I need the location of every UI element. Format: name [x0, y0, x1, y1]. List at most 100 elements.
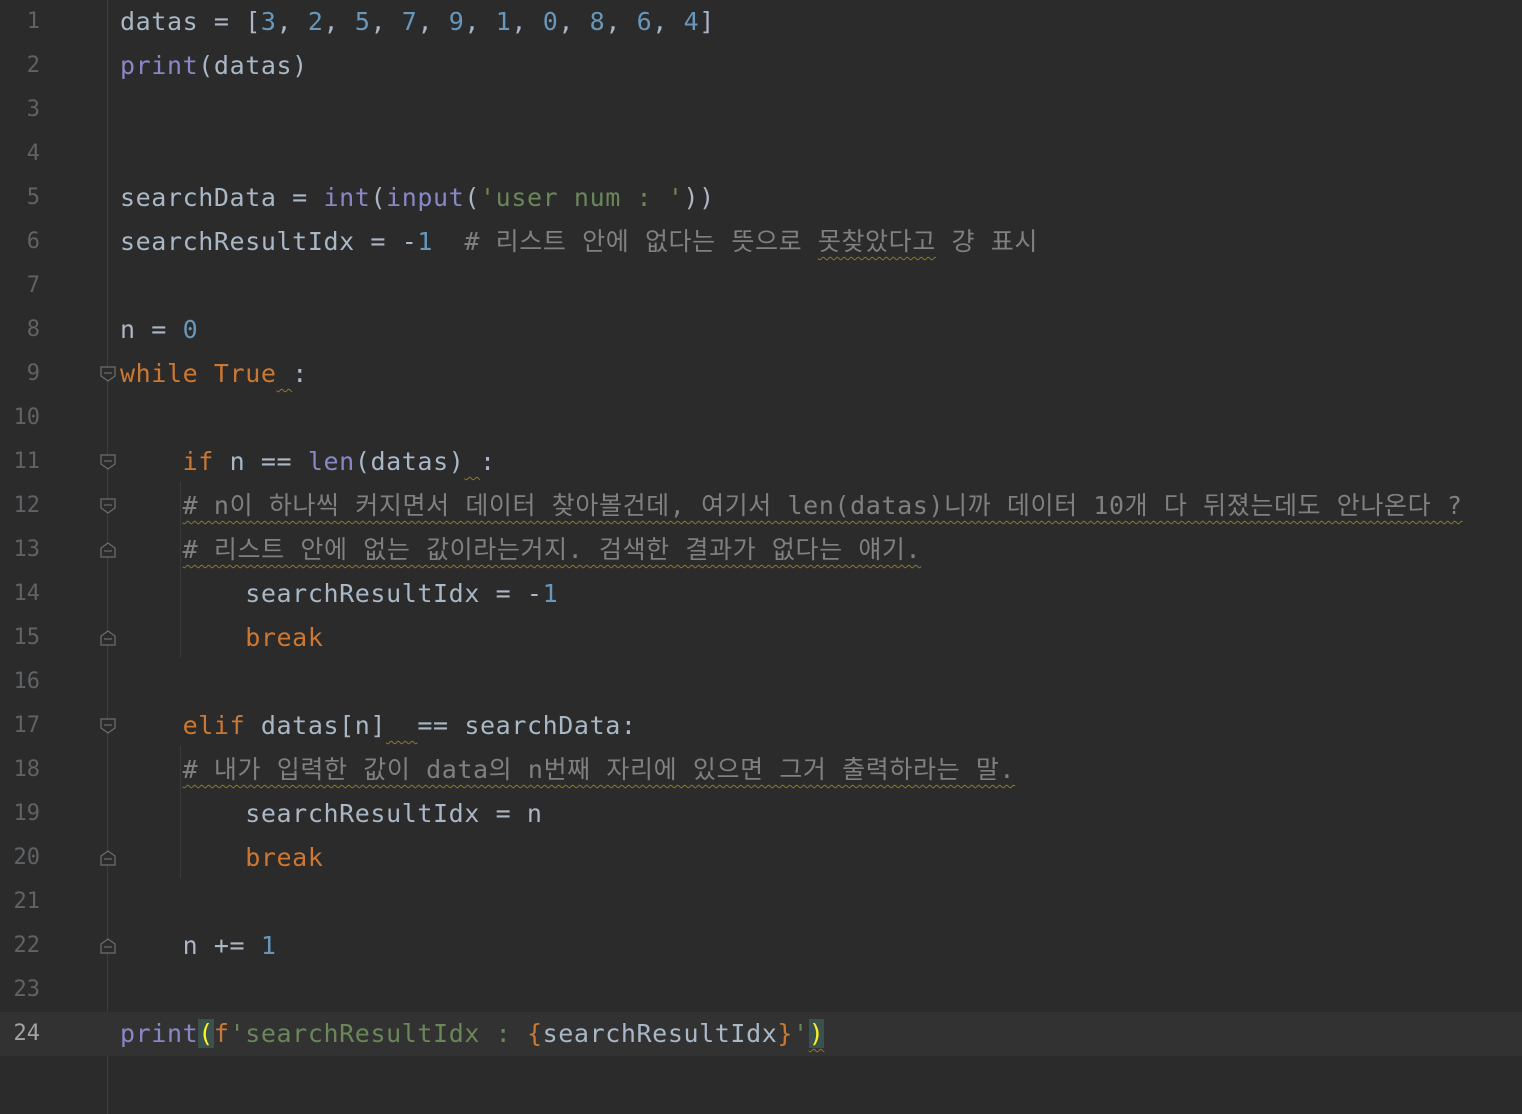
- code-text[interactable]: elif datas[n] == searchData:: [120, 704, 637, 748]
- code-token: ,: [464, 7, 496, 36]
- code-line[interactable]: 21: [0, 880, 1522, 924]
- fold-close-icon[interactable]: [99, 849, 117, 867]
- code-text[interactable]: # n이 하나씩 커지면서 데이터 찾아볼건데, 여기서 len(datas)니…: [120, 484, 1463, 528]
- code-token: searchResultIdx: [542, 1019, 778, 1048]
- code-token: :: [480, 447, 496, 476]
- fold-open-icon[interactable]: [99, 365, 117, 383]
- code-text[interactable]: n += 1: [120, 924, 277, 968]
- code-token: print: [120, 1019, 199, 1048]
- code-token: n +=: [120, 931, 261, 960]
- code-text[interactable]: searchData = int(input('user num : ')): [120, 176, 715, 220]
- line-number: 9: [26, 361, 40, 386]
- code-line[interactable]: 12 # n이 하나씩 커지면서 데이터 찾아볼건데, 여기서 len(data…: [0, 484, 1522, 528]
- line-number: 22: [13, 933, 41, 958]
- code-text[interactable]: searchResultIdx = -1: [120, 572, 558, 616]
- code-line[interactable]: 13 # 리스트 안에 없는 값이라는거지. 검색한 결과가 없다는 얘기.: [0, 528, 1522, 572]
- code-text[interactable]: print(f'searchResultIdx : {searchResultI…: [120, 1012, 825, 1056]
- code-line[interactable]: 10: [0, 396, 1522, 440]
- line-number: 6: [26, 229, 40, 254]
- code-line[interactable]: 6 searchResultIdx = -1 # 리스트 안에 없다는 뜻으로 못…: [0, 220, 1522, 264]
- code-line[interactable]: 22 n += 1: [0, 924, 1522, 968]
- code-token: {: [526, 1019, 543, 1048]
- fold-close-icon[interactable]: [99, 541, 117, 559]
- line-number: 3: [26, 97, 40, 122]
- code-token: # 리스트 안에 없는 값이라는거지. 검색한 결과가 없다는 얘기.: [182, 535, 922, 564]
- code-text[interactable]: while True :: [120, 352, 308, 396]
- code-token: 1: [542, 579, 559, 608]
- code-token: f: [213, 1019, 230, 1048]
- code-token: searchResultIdx = n: [120, 799, 543, 828]
- line-number: 16: [13, 669, 41, 694]
- code-text[interactable]: if n == len(datas) :: [120, 440, 496, 484]
- code-line[interactable]: 18 # 내가 입력한 값이 data의 n번째 자리에 있으면 그거 출력하라…: [0, 748, 1522, 792]
- line-number: 20: [13, 845, 41, 870]
- code-token: 0: [182, 315, 199, 344]
- code-token: 8: [589, 7, 606, 36]
- code-line[interactable]: 19 searchResultIdx = n: [0, 792, 1522, 836]
- code-line[interactable]: 17 elif datas[n] == searchData:: [0, 704, 1522, 748]
- code-line[interactable]: 20 break: [0, 836, 1522, 880]
- code-editor[interactable]: 1 datas = [3, 2, 5, 7, 9, 1, 0, 8, 6, 4] 2…: [0, 0, 1522, 1114]
- code-token: 3: [260, 7, 277, 36]
- line-number: 1: [26, 9, 40, 34]
- code-token: print: [120, 51, 199, 80]
- fold-open-icon[interactable]: [99, 717, 117, 735]
- code-text[interactable]: searchResultIdx = -1 # 리스트 안에 없다는 뜻으로 못찾…: [120, 220, 1038, 264]
- line-number: 24: [13, 1021, 41, 1046]
- line-number: 19: [13, 801, 41, 826]
- code-token: 걍 표시: [935, 227, 1038, 256]
- code-text[interactable]: n = 0: [120, 308, 198, 352]
- line-number: 5: [26, 185, 40, 210]
- code-line[interactable]: 3: [0, 88, 1522, 132]
- code-text[interactable]: break: [120, 616, 323, 660]
- code-token: ,: [323, 7, 355, 36]
- code-text[interactable]: datas = [3, 2, 5, 7, 9, 1, 0, 8, 6, 4]: [120, 0, 715, 44]
- code-line[interactable]: 2 print(datas): [0, 44, 1522, 88]
- code-line[interactable]: 14 searchResultIdx = -1: [0, 572, 1522, 616]
- code-line[interactable]: 7: [0, 264, 1522, 308]
- code-text[interactable]: searchResultIdx = n: [120, 792, 543, 836]
- code-line[interactable]: 8 n = 0: [0, 308, 1522, 352]
- code-token: 1: [260, 931, 277, 960]
- code-text[interactable]: # 내가 입력한 값이 data의 n번째 자리에 있으면 그거 출력하라는 말…: [120, 748, 1015, 792]
- code-token: 1: [495, 7, 512, 36]
- code-token: int: [323, 183, 371, 212]
- fold-open-icon[interactable]: [99, 497, 117, 515]
- code-line[interactable]: 11 if n == len(datas) :: [0, 440, 1522, 484]
- code-token: break: [245, 623, 324, 652]
- line-number: 15: [13, 625, 41, 650]
- code-line[interactable]: 5 searchData = int(input('user num : ')): [0, 176, 1522, 220]
- code-line[interactable]: 16: [0, 660, 1522, 704]
- code-token: True: [213, 359, 277, 388]
- line-number: 2: [26, 53, 40, 78]
- code-text[interactable]: # 리스트 안에 없는 값이라는거지. 검색한 결과가 없다는 얘기.: [120, 528, 921, 572]
- fold-open-icon[interactable]: [99, 453, 117, 471]
- code-line[interactable]: 1 datas = [3, 2, 5, 7, 9, 1, 0, 8, 6, 4]: [0, 0, 1522, 44]
- fold-close-icon[interactable]: [99, 937, 117, 955]
- code-token: 0: [542, 7, 559, 36]
- code-token: 6: [636, 7, 653, 36]
- line-number: 18: [13, 757, 41, 782]
- line-number: 21: [13, 889, 41, 914]
- code-token: # n이 하나씩 커지면서 데이터 찾아볼건데, 여기서 len(datas)니…: [182, 491, 1463, 520]
- line-number: 10: [13, 405, 41, 430]
- code-token: ': [793, 1019, 809, 1048]
- code-token: (datas): [354, 447, 465, 476]
- code-line[interactable]: 9 while True :: [0, 352, 1522, 396]
- code-token: 'searchResultIdx :: [229, 1019, 527, 1048]
- code-text[interactable]: break: [120, 836, 323, 880]
- code-line[interactable]: 4: [0, 132, 1522, 176]
- line-number: 12: [13, 493, 41, 518]
- fold-close-icon[interactable]: [99, 629, 117, 647]
- code-token: searchResultIdx = -: [120, 227, 418, 256]
- code-line[interactable]: 15 break: [0, 616, 1522, 660]
- code-line[interactable]: 24 print(f'searchResultIdx : {searchResul…: [0, 1012, 1522, 1056]
- code-line[interactable]: 23: [0, 968, 1522, 1012]
- code-token: # 리스트 안에 없다는 뜻으로: [464, 227, 818, 256]
- code-token: 9: [448, 7, 465, 36]
- code-text[interactable]: print(datas): [120, 44, 308, 88]
